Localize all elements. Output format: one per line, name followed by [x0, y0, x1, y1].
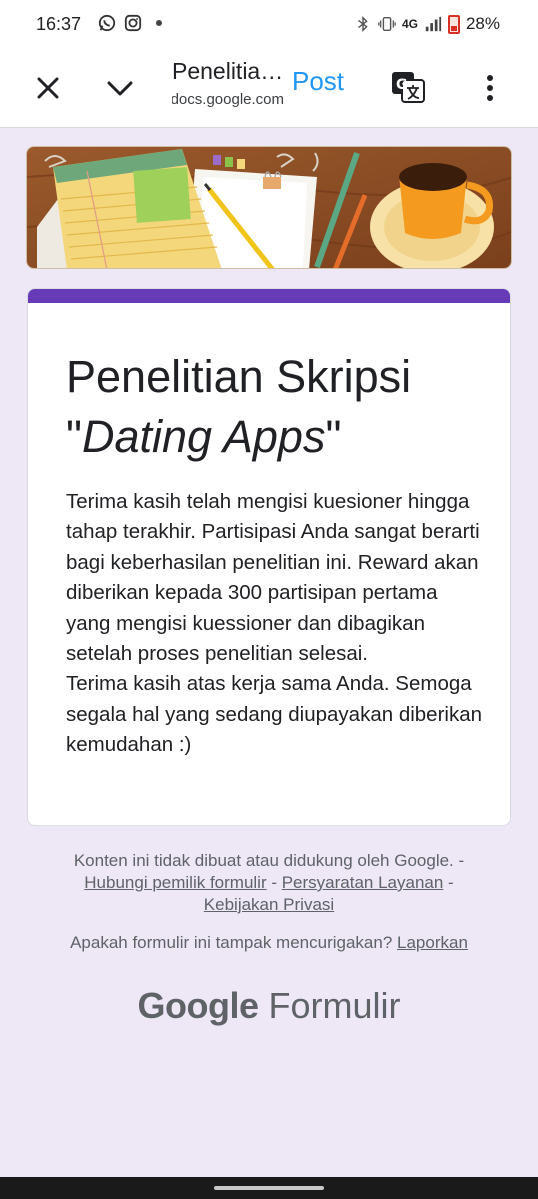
home-gesture-handle[interactable]	[214, 1186, 324, 1190]
vibrate-icon	[378, 16, 396, 32]
browser-toolbar: Penelitian Skripsi docs.google.com Post …	[0, 50, 538, 128]
footer-separator: -	[266, 873, 282, 892]
chevron-down-icon[interactable]	[102, 70, 138, 106]
brand-google: Google	[137, 985, 259, 1026]
form-title-italic: Dating Apps	[81, 411, 326, 462]
more-options-icon[interactable]	[478, 70, 502, 106]
privacy-policy-link[interactable]: Kebijakan Privasi	[204, 895, 334, 914]
contact-owner-link[interactable]: Hubungi pemilik formulir	[84, 873, 266, 892]
status-bar: 16:37 4G 28%	[0, 0, 538, 50]
disclaimer-text: Konten ini tidak dibuat atau didukung ol…	[73, 851, 465, 870]
page-title: Penelitian Skripsi	[172, 58, 284, 84]
close-icon[interactable]	[30, 70, 66, 106]
form-card-accent	[28, 289, 510, 303]
form-footer-disclaimer: Konten ini tidak dibuat atau didukung ol…	[30, 850, 508, 916]
page-url: docs.google.com	[172, 91, 284, 108]
suspicious-text: Apakah formulir ini tampak mencurigakan?	[70, 933, 398, 952]
status-notification-icons	[98, 14, 162, 32]
translate-icon[interactable]: G	[390, 68, 426, 104]
status-system-icons: 4G 28%	[354, 14, 500, 34]
report-abuse-line: Apakah formulir ini tampak mencurigakan?…	[30, 933, 508, 953]
instagram-icon	[124, 14, 142, 32]
form-card: Penelitian Skripsi "Dating Apps" Terima …	[27, 288, 511, 826]
desk-illustration	[27, 147, 511, 268]
svg-text:G: G	[396, 77, 408, 93]
form-title: Penelitian Skripsi "Dating Apps"	[66, 347, 486, 467]
form-title-suffix: "	[325, 411, 342, 462]
terms-of-service-link[interactable]: Persyaratan Layanan	[282, 873, 444, 892]
page-title-block: Penelitian Skripsi docs.google.com	[172, 58, 284, 108]
network-type: 4G	[401, 17, 418, 31]
whatsapp-icon	[98, 14, 116, 32]
brand-product: Formulir	[268, 985, 401, 1026]
report-link[interactable]: Laporkan	[397, 933, 468, 952]
notification-dot-icon	[156, 20, 162, 26]
system-nav-bar	[0, 1177, 538, 1199]
bluetooth-icon	[358, 15, 368, 33]
footer-separator: -	[443, 873, 454, 892]
google-forms-logo[interactable]: Google Formulir	[0, 985, 538, 1027]
form-description: Terima kasih telah mengisi kuesioner hin…	[66, 490, 483, 757]
status-time: 16:37	[36, 14, 82, 34]
battery-icon	[447, 14, 460, 34]
post-button[interactable]: Post	[292, 66, 344, 97]
battery-percent: 28%	[465, 14, 500, 33]
form-header-image	[26, 146, 512, 269]
signal-icon	[425, 16, 442, 32]
